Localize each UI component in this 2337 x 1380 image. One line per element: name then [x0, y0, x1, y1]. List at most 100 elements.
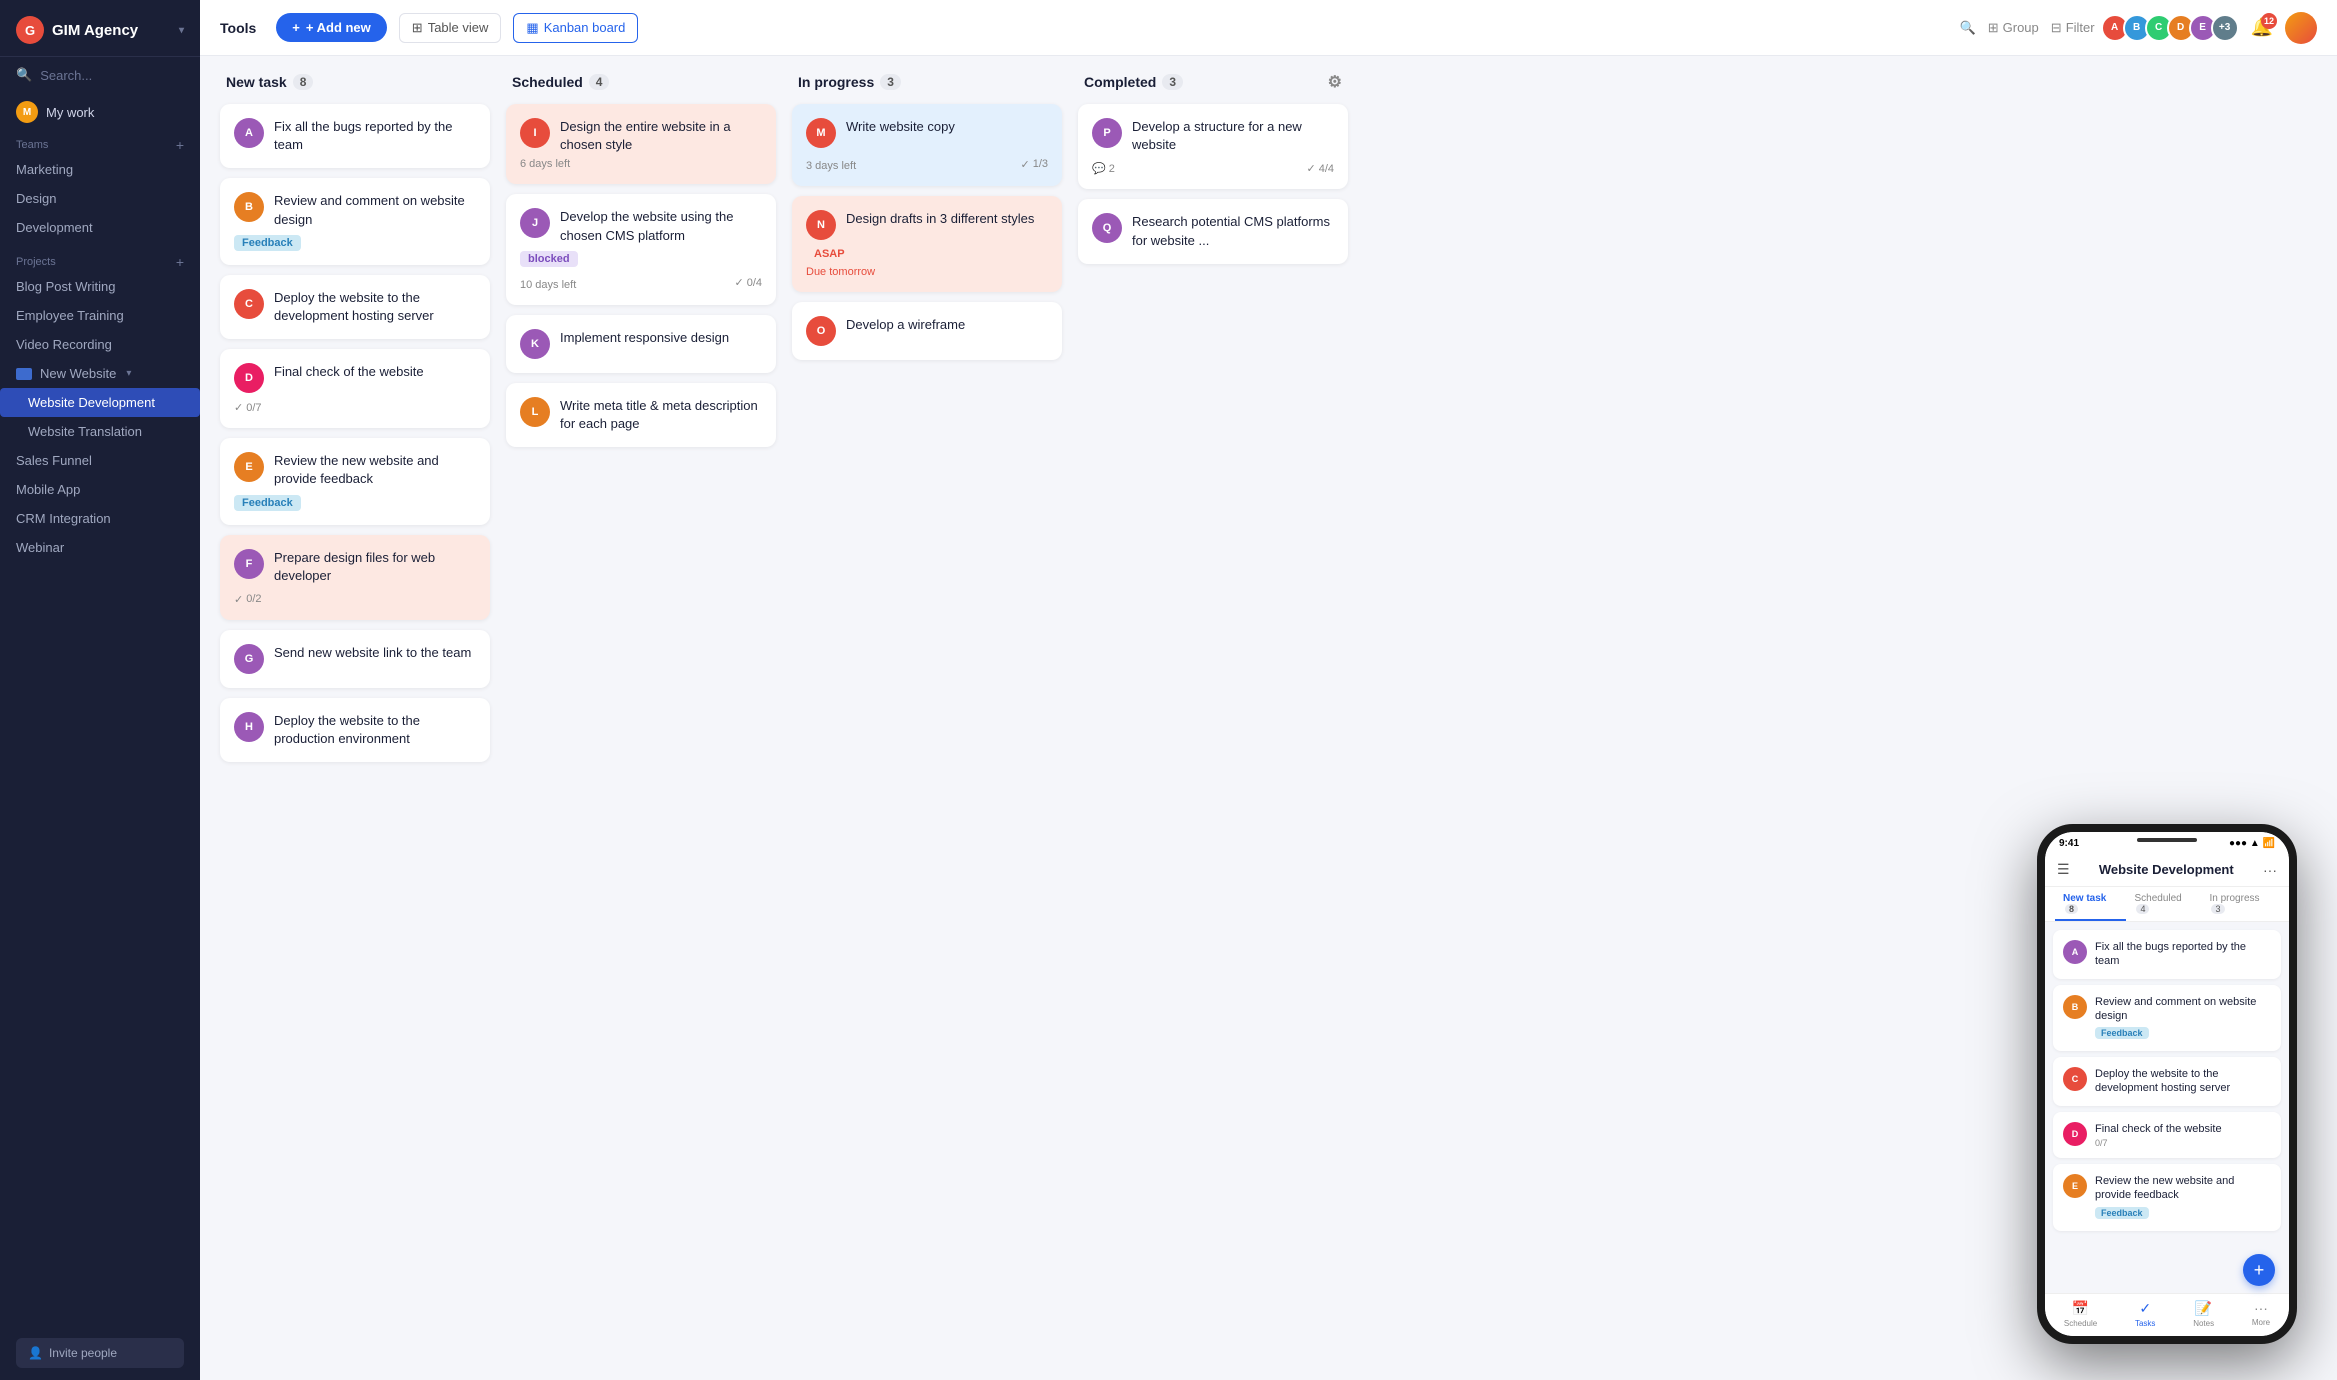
phone-overlay: 9:41 ●●● ▲ 📶 ☰ Website Development ··· N… [2037, 824, 2297, 1344]
phone-card-avatar: B [2063, 995, 2087, 1019]
card-nt6[interactable]: F Prepare design files for web developer… [220, 535, 490, 620]
phone-cards-list: A Fix all the bugs reported by the team … [2045, 922, 2289, 1293]
card-avatar: F [234, 549, 264, 579]
card-sc2[interactable]: J Develop the website using the chosen C… [506, 194, 776, 304]
column-settings-icon[interactable]: ⚙ [1328, 72, 1342, 92]
card-nt7[interactable]: G Send new website link to the team [220, 630, 490, 688]
card-title: Implement responsive design [560, 329, 729, 347]
card-avatar: G [234, 644, 264, 674]
app-name: GIM Agency [52, 22, 138, 39]
card-ip1[interactable]: M Write website copy 3 days left ✓ 1/3 [792, 104, 1062, 186]
card-avatar: L [520, 397, 550, 427]
kanban-wrapper: A Fix all the bugs reported by the team … [220, 104, 2317, 1364]
card-ip3[interactable]: O Develop a wireframe [792, 302, 1062, 360]
sidebar-item-website-development[interactable]: Website Development [0, 388, 200, 417]
group-button[interactable]: ⊞ Group [1988, 20, 2039, 36]
card-nt2[interactable]: B Review and comment on website design F… [220, 178, 490, 264]
phone-nav-notes[interactable]: 📝 Notes [2193, 1300, 2214, 1328]
column-new-task: A Fix all the bugs reported by the team … [220, 104, 490, 762]
filter-button[interactable]: ⊟ Filter [2051, 20, 2095, 36]
card-cp1[interactable]: P Develop a structure for a new website … [1078, 104, 1348, 189]
col-header-in-progress: In progress 3 [792, 72, 1062, 92]
card-avatar: K [520, 329, 550, 359]
sidebar-item-crm[interactable]: CRM Integration [0, 504, 200, 533]
my-work-item[interactable]: M My work [0, 93, 200, 131]
card-avatar: E [234, 452, 264, 482]
check-count: ✓ 1/3 [1020, 158, 1048, 171]
card-nt8[interactable]: H Deploy the website to the production e… [220, 698, 490, 762]
phone-tab-new-task[interactable]: New task 8 [2055, 887, 2126, 921]
sidebar-item-website-translation[interactable]: Website Translation [0, 417, 200, 446]
sidebar-bottom: 👤 Invite people [0, 1326, 200, 1380]
add-new-button[interactable]: + + Add new [276, 13, 386, 42]
columns-row: A Fix all the bugs reported by the team … [220, 104, 2317, 762]
check-count: ✓ 0/4 [734, 276, 762, 289]
sidebar-item-mobile[interactable]: Mobile App [0, 475, 200, 504]
sidebar-item-development[interactable]: Development [0, 213, 200, 242]
notification-badge: 12 [2261, 13, 2277, 29]
card-avatar: D [234, 363, 264, 393]
invite-people-button[interactable]: 👤 Invite people [16, 1338, 184, 1368]
card-nt4[interactable]: D Final check of the website ✓ 0/7 [220, 349, 490, 428]
add-team-button[interactable]: + [176, 137, 184, 153]
phone-tab-scheduled[interactable]: Scheduled 4 [2126, 887, 2201, 921]
more-icon[interactable]: ··· [2263, 862, 2277, 878]
sidebar-item-new-website[interactable]: New Website ▾ [0, 359, 200, 388]
add-project-button[interactable]: + [176, 254, 184, 270]
column-in-progress: M Write website copy 3 days left ✓ 1/3 N… [792, 104, 1062, 360]
card-sc1[interactable]: I Design the entire website in a chosen … [506, 104, 776, 184]
phone-card-4[interactable]: D Final check of the website 0/7 [2053, 1112, 2281, 1158]
sidebar-item-video[interactable]: Video Recording [0, 330, 200, 359]
sidebar-item-design[interactable]: Design [0, 184, 200, 213]
card-avatar: B [234, 192, 264, 222]
sidebar-item-marketing[interactable]: Marketing [0, 155, 200, 184]
card-sc3[interactable]: K Implement responsive design [506, 315, 776, 373]
card-nt1[interactable]: A Fix all the bugs reported by the team [220, 104, 490, 168]
extra-avatars: +3 [2211, 14, 2239, 42]
phone-nav-tasks[interactable]: ✓ Tasks [2135, 1300, 2155, 1328]
col-header-scheduled: Scheduled 4 [506, 72, 776, 92]
kanban-icon: ▦ [526, 20, 538, 36]
card-title: Design drafts in 3 different styles [846, 210, 1034, 228]
phone-header: ☰ Website Development ··· [2045, 853, 2289, 887]
card-avatar: N [806, 210, 836, 240]
card-title: Review the new website and provide feedb… [274, 452, 476, 488]
card-title: Send new website link to the team [274, 644, 471, 662]
card-cp2[interactable]: Q Research potential CMS platforms for w… [1078, 199, 1348, 263]
card-nt3[interactable]: C Deploy the website to the development … [220, 275, 490, 339]
card-avatar: A [234, 118, 264, 148]
phone-card-avatar: E [2063, 1174, 2087, 1198]
phone-card-1[interactable]: A Fix all the bugs reported by the team [2053, 930, 2281, 979]
app-logo[interactable]: G GIM Agency ▾ [0, 0, 200, 57]
phone-nav-more[interactable]: ··· More [2252, 1300, 2270, 1328]
card-title: Deploy the website to the production env… [274, 712, 476, 748]
phone-card-5[interactable]: E Review the new website and provide fee… [2053, 1164, 2281, 1231]
person-icon: 👤 [28, 1346, 43, 1360]
user-avatar[interactable] [2285, 12, 2317, 44]
card-nt5[interactable]: E Review the new website and provide fee… [220, 438, 490, 524]
card-sc4[interactable]: L Write meta title & meta description fo… [506, 383, 776, 447]
phone-card-2[interactable]: B Review and comment on website design F… [2053, 985, 2281, 1052]
col-count: 8 [293, 74, 314, 90]
phone-nav-schedule[interactable]: 📅 Schedule [2064, 1300, 2097, 1328]
table-view-button[interactable]: ⊞ Table view [399, 13, 502, 43]
phone-card-3[interactable]: C Deploy the website to the development … [2053, 1057, 2281, 1106]
kanban-view-button[interactable]: ▦ Kanban board [513, 13, 638, 43]
days-left: 3 days left [806, 160, 856, 172]
sidebar-item-employee[interactable]: Employee Training [0, 301, 200, 330]
days-left: 10 days left [520, 279, 576, 291]
phone-tab-in-progress[interactable]: In progress 3 [2201, 887, 2279, 921]
card-ip2[interactable]: N Design drafts in 3 different styles AS… [792, 196, 1062, 292]
phone-fab-button[interactable]: + [2243, 1254, 2275, 1286]
search-button[interactable]: 🔍 [1960, 20, 1976, 36]
phone-notch [2137, 838, 2197, 842]
sidebar-item-blog[interactable]: Blog Post Writing [0, 272, 200, 301]
main-content: Tools + + Add new ⊞ Table view ▦ Kanban … [200, 0, 2337, 1380]
sidebar-item-webinar[interactable]: Webinar [0, 533, 200, 562]
notifications-button[interactable]: 🔔 12 [2251, 17, 2273, 38]
sidebar-item-sales[interactable]: Sales Funnel [0, 446, 200, 475]
logo-circle: G [16, 16, 44, 44]
search-input[interactable]: 🔍 Search... [0, 57, 200, 93]
column-headers: New task 8 Scheduled 4 In progress 3 Com… [220, 72, 2317, 92]
hamburger-icon[interactable]: ☰ [2057, 861, 2070, 878]
